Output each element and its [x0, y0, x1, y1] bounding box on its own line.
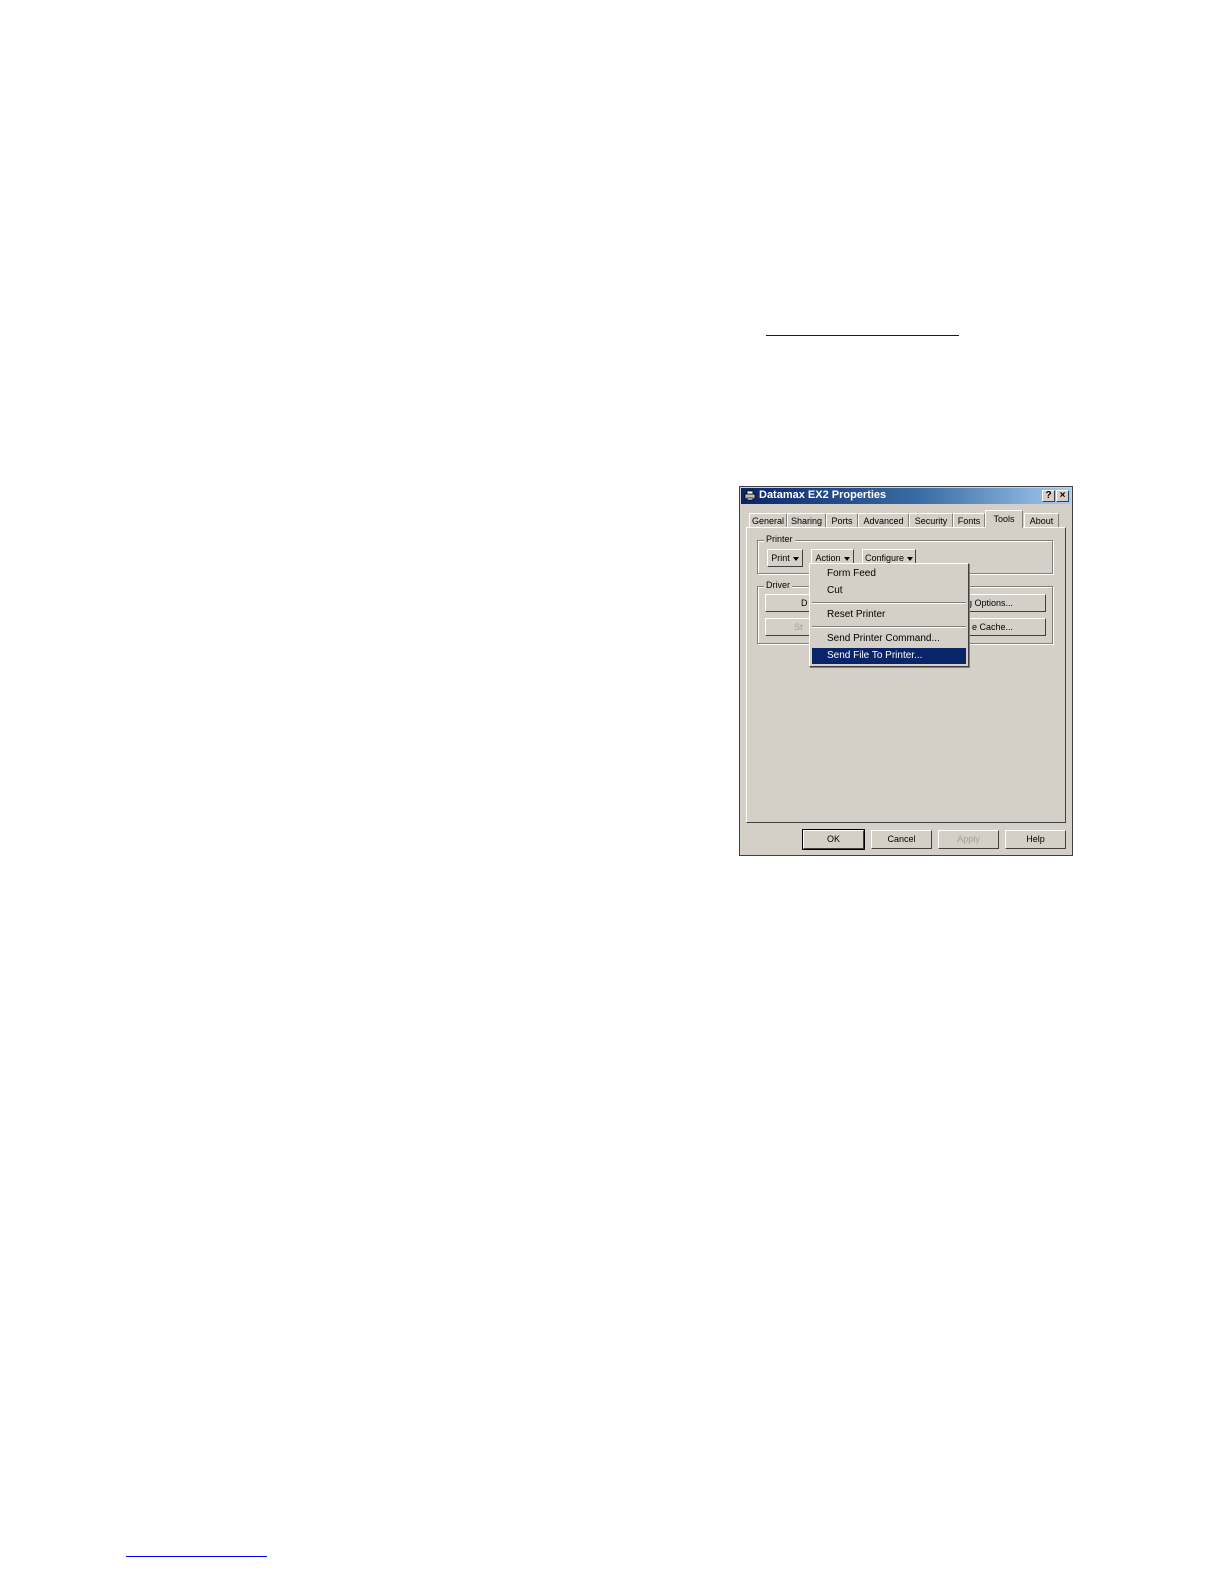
- cancel-button[interactable]: Cancel: [871, 830, 932, 849]
- dialog-title: Datamax EX2 Properties: [759, 489, 887, 501]
- ok-button[interactable]: OK: [802, 829, 865, 850]
- tab-strip: General Sharing Ports Advanced Security …: [749, 510, 1064, 528]
- help-title-button[interactable]: ?: [1042, 490, 1055, 502]
- printer-properties-dialog: Datamax EX2 Properties ? × General Shari…: [739, 486, 1073, 856]
- menu-item-form-feed[interactable]: Form Feed: [812, 566, 966, 582]
- menu-item-send-printer-command[interactable]: Send Printer Command...: [812, 631, 966, 647]
- chevron-down-icon: [792, 556, 799, 561]
- tab-ports[interactable]: Ports: [826, 513, 858, 527]
- menu-item-reset-printer[interactable]: Reset Printer: [812, 607, 966, 623]
- menu-item-cut[interactable]: Cut: [812, 583, 966, 599]
- printer-icon: [744, 490, 756, 501]
- action-label: Action: [815, 553, 841, 563]
- footer-link-underline[interactable]: [126, 1556, 267, 1557]
- tab-advanced[interactable]: Advanced: [858, 513, 909, 527]
- chevron-down-icon: [907, 556, 914, 561]
- action-menu: Form Feed Cut Reset Printer Send Printer…: [809, 563, 969, 667]
- menu-separator: [812, 602, 966, 604]
- menu-separator: [812, 626, 966, 628]
- help-button[interactable]: Help: [1005, 830, 1066, 849]
- driver-group-label: Driver: [764, 580, 792, 590]
- close-button[interactable]: ×: [1056, 490, 1069, 502]
- tab-sharing[interactable]: Sharing: [787, 513, 826, 527]
- configure-label: Configure: [864, 553, 905, 563]
- chevron-down-icon: [843, 556, 850, 561]
- tab-security[interactable]: Security: [909, 513, 953, 527]
- tab-tools[interactable]: Tools: [985, 510, 1023, 528]
- hyperlink-underline[interactable]: [766, 335, 959, 336]
- menu-item-send-file-to-printer[interactable]: Send File To Printer...: [812, 648, 966, 664]
- title-bar: Datamax EX2 Properties ? ×: [741, 488, 1071, 504]
- tab-general[interactable]: General: [749, 513, 787, 527]
- printer-group-label: Printer: [764, 534, 795, 544]
- tab-fonts[interactable]: Fonts: [953, 513, 985, 527]
- apply-button[interactable]: Apply: [938, 830, 999, 849]
- print-label: Print: [771, 553, 790, 563]
- print-dropdown-button[interactable]: Print: [767, 549, 803, 567]
- tab-about[interactable]: About: [1024, 513, 1059, 527]
